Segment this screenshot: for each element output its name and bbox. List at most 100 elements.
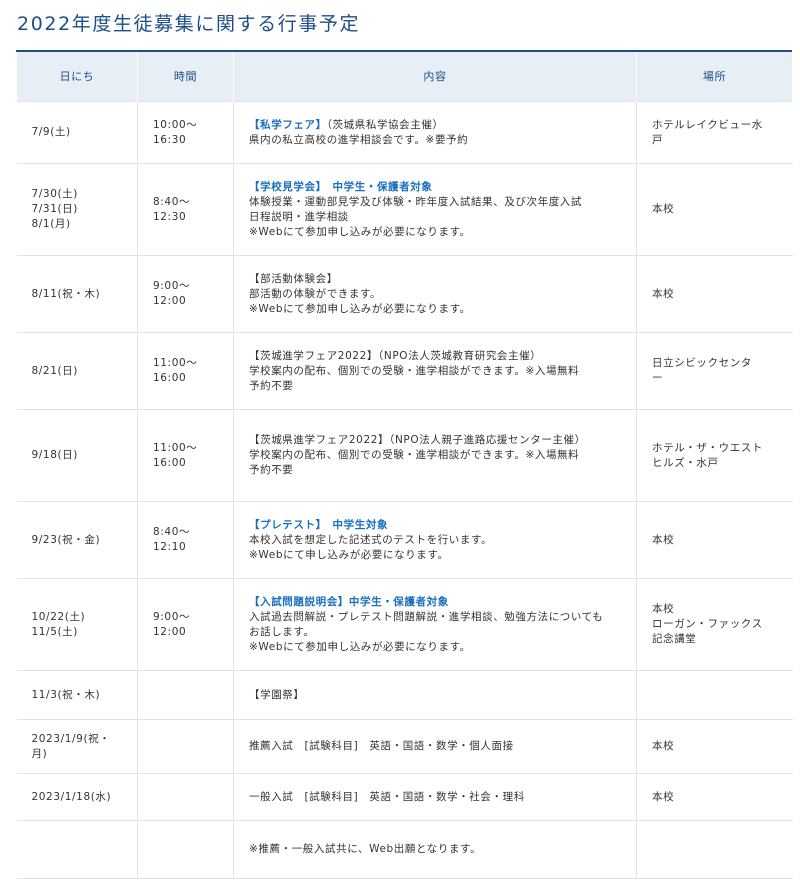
- cell-date: 10/22(土) 11/5(土): [16, 578, 138, 671]
- event-title-highlight: 【入試問題説明会】中学生・保護者対象: [249, 595, 449, 608]
- cell-time: [137, 820, 234, 879]
- event-description: 部活動の体験ができます。: [249, 287, 382, 300]
- place-text: ローガン・ファックス: [652, 618, 763, 630]
- event-title-highlight: 【私学フェア】: [249, 118, 327, 131]
- event-schedule-table: 日にち 時間 内容 場所 7/9(土) 10:00～ 16:30 【私学フェア】（茨城…: [16, 52, 793, 879]
- cell-content: 【プレテスト】 中学生対象本校入試を想定した記述式のテストを行います。 ※Webに…: [233, 501, 637, 579]
- cell-date: 11/3(祝・木): [16, 670, 138, 720]
- time-text: 12:00: [153, 625, 187, 638]
- event-description: 入試過去問解説・プレテスト問題解説・進学相談、勉強方法についても: [249, 610, 604, 623]
- table-row: 7/9(土) 10:00～ 16:30 【私学フェア】（茨城県私学協会主催） 県内の私立…: [16, 101, 793, 164]
- date-text: 10/22(土): [31, 610, 86, 623]
- date-text: 9/23(祝・金): [31, 533, 101, 546]
- cell-place: ホテルレイクビュー水戸: [636, 101, 793, 164]
- cell-content: 【学校見学会】 中学生・保護者対象 体験授業・運動部見学及び体験・昨年度入試結果、…: [233, 163, 637, 256]
- date-text: 11/3(祝・木): [31, 688, 101, 701]
- time-text: 9:00～: [153, 610, 191, 623]
- event-description: ※Webにて申し込みが必要になります。: [249, 548, 449, 561]
- event-title-highlight: 【プレテスト】 中学生対象: [249, 518, 389, 531]
- cell-time: 11:00～ 16:00: [137, 409, 234, 502]
- cell-time: [137, 773, 234, 821]
- cell-place: 日立シビックセンター: [636, 332, 793, 410]
- cell-content: 【入試問題説明会】中学生・保護者対象入試過去問解説・プレテスト問題解説・進学相談…: [233, 578, 637, 671]
- place-text: 本校: [652, 603, 675, 615]
- event-description: 一般入試 [試験科目] 英語・国語・数学・社会・理科: [249, 790, 525, 803]
- page-title: 2022年度生徒募集に関する行事予定: [17, 13, 361, 35]
- table-row: 2023/1/9(祝・ 月) 推薦入試 [試験科目] 英語・国語・数学・個人面接 本校: [16, 719, 793, 774]
- table-row: 8/11(祝・木) 9:00～ 12:00 【部活動体験会】 部活動の体験ができます。 ※…: [16, 255, 793, 333]
- event-description: 日程説明・進学相談: [249, 210, 349, 223]
- place-text: ヒルズ・水戸: [652, 456, 719, 469]
- place-text: 本校: [652, 533, 675, 546]
- event-title: 【茨城県進学フェア2022】（NPO法人親子進路応援センター主催）: [249, 433, 624, 448]
- cell-time: [137, 719, 234, 774]
- cell-content: 一般入試 [試験科目] 英語・国語・数学・社会・理科: [233, 773, 637, 821]
- event-title: 【学校見学会】 中学生・保護者対象: [249, 180, 624, 195]
- table-row: ※推薦・一般入試共に、Web出願となります。: [16, 820, 793, 879]
- time-text: 16:30: [153, 133, 187, 146]
- place-text: ホテルレイクビュー水: [652, 118, 763, 131]
- time-text: 16:00: [153, 456, 187, 469]
- place-text: 本校: [652, 740, 675, 752]
- place-text: 本校: [652, 790, 675, 803]
- cell-date: 8/21(日): [16, 332, 138, 410]
- date-text: 2023/1/9(祝・: [31, 732, 111, 745]
- place-text: 戸: [652, 133, 664, 146]
- cell-place: ホテル・ザ・ウエスト ヒルズ・水戸: [636, 409, 793, 502]
- cell-time: [137, 670, 234, 720]
- cell-time: 9:00～ 12:00: [137, 255, 234, 333]
- date-text: 8/21(日): [31, 364, 78, 377]
- cell-place: [636, 670, 793, 720]
- cell-place: 本校: [636, 501, 793, 579]
- cell-date: [16, 820, 138, 879]
- event-title: 【私学フェア】（茨城県私学協会主催）: [249, 118, 624, 133]
- header-time: 時間: [137, 52, 234, 102]
- cell-date: 2023/1/9(祝・ 月): [16, 719, 138, 774]
- cell-date: 9/18(日): [16, 409, 138, 502]
- header-place: 場所: [636, 52, 793, 102]
- event-description: 予約不要: [249, 464, 294, 476]
- cell-content: ※推薦・一般入試共に、Web出願となります。: [233, 820, 637, 879]
- cell-content: 【茨城進学フェア2022】（NPO法人茨城教育研究会主催） 学校案内の配布、個別で…: [233, 332, 637, 410]
- event-title: 【学園祭】: [249, 688, 624, 703]
- time-text: 11:00～: [153, 357, 198, 369]
- table-row: 10/22(土) 11/5(土) 9:00～ 12:00 【入試問題説明会】中学生・保護…: [16, 578, 793, 671]
- table-row: 11/3(祝・木) 【学園祭】: [16, 670, 793, 720]
- event-description: 体験授業・運動部見学及び体験・昨年度入試結果、及び次年度入試: [249, 195, 582, 208]
- time-text: 12:30: [153, 210, 187, 223]
- event-description: ※推薦・一般入試共に、Web出願となります。: [249, 843, 482, 855]
- table-row: 9/18(日) 11:00～ 16:00 【茨城県進学フェア2022】（NPO法人親子…: [16, 409, 793, 502]
- header-date: 日にち: [16, 52, 138, 102]
- date-text: 8/1(月): [31, 218, 71, 230]
- header-content: 内容: [233, 52, 637, 102]
- cell-time: 10:00～ 16:30: [137, 101, 234, 164]
- event-title: 【プレテスト】 中学生対象: [249, 518, 624, 533]
- table-row: 2023/1/18(水) 一般入試 [試験科目] 英語・国語・数学・社会・理科 本校: [16, 773, 793, 821]
- time-text: 9:00～: [153, 280, 191, 292]
- event-description: ※Webにて参加申し込みが必要になります。: [249, 225, 471, 238]
- event-title-text: （茨城県私学協会主催）: [326, 118, 444, 131]
- time-text: 12:10: [153, 541, 187, 553]
- event-title: 【入試問題説明会】中学生・保護者対象: [249, 595, 624, 610]
- cell-content: 推薦入試 [試験科目] 英語・国語・数学・個人面接: [233, 719, 637, 774]
- date-text: 7/9(土): [31, 126, 71, 138]
- cell-place: 本校 ローガン・ファックス 記念講堂: [636, 578, 793, 671]
- table-header-row: 日にち 時間 内容 場所: [16, 52, 793, 102]
- cell-time: 8:40～ 12:30: [137, 163, 234, 256]
- event-description: 推薦入試 [試験科目] 英語・国語・数学・個人面接: [249, 740, 514, 752]
- cell-time: 8:40～ 12:10: [137, 501, 234, 579]
- event-title: 【茨城進学フェア2022】（NPO法人茨城教育研究会主催）: [249, 349, 624, 364]
- event-title-text: 【茨城県進学フェア2022】（NPO法人親子進路応援センター主催）: [249, 434, 586, 446]
- place-text: 本校: [652, 203, 675, 215]
- place-text: ホテル・ザ・ウエスト: [652, 441, 763, 454]
- event-description: ※Webにて参加申し込みが必要になります。: [249, 302, 471, 315]
- date-text: 8/11(祝・木): [31, 287, 101, 300]
- event-description: 学校案内の配布、個別での受験・進学相談ができます。※入場無料: [249, 449, 580, 461]
- event-description: ※Webにて参加申し込みが必要になります。: [249, 640, 471, 653]
- date-text: 7/31(日): [31, 203, 78, 215]
- time-text: 8:40～: [153, 195, 191, 208]
- event-description: 学校案内の配布、個別での受験・進学相談ができます。※入場無料: [249, 364, 580, 377]
- cell-date: 8/11(祝・木): [16, 255, 138, 333]
- event-description: 本校入試を想定した記述式のテストを行います。: [249, 533, 493, 546]
- table-row: 7/30(土) 7/31(日) 8/1(月) 8:40～ 12:30 【学校見学会】 中学…: [16, 163, 793, 256]
